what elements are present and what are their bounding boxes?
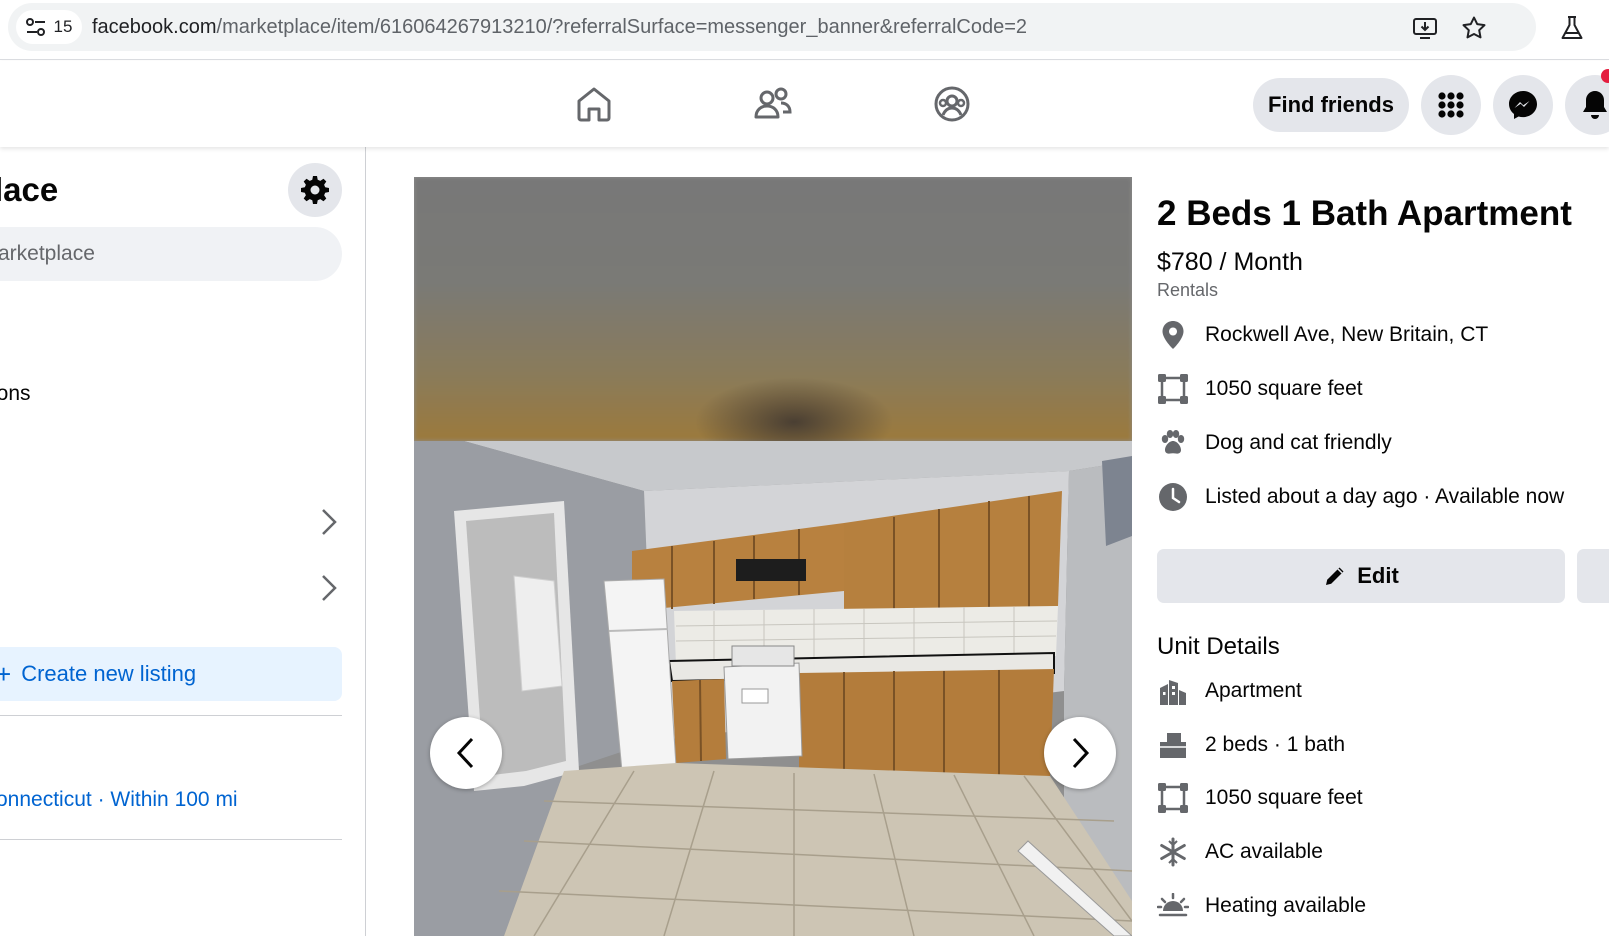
- address-bar[interactable]: 15 facebook.com/marketplace/item/6160642…: [8, 3, 1536, 51]
- find-friends-button[interactable]: Find friends: [1253, 78, 1409, 132]
- edit-listing-button[interactable]: Edit: [1157, 549, 1565, 603]
- tune-icon: [25, 18, 45, 36]
- pencil-icon: [1326, 567, 1344, 585]
- fact-text: Dog and cat friendly: [1205, 431, 1392, 454]
- bed-icon: [1157, 730, 1189, 760]
- messenger-button[interactable]: [1493, 75, 1553, 135]
- menu-grid-icon: [1438, 92, 1464, 118]
- unit-detail-rooms: 2 beds · 1 bath: [1157, 730, 1345, 760]
- paw-icon: [1157, 428, 1189, 458]
- notifications-button[interactable]: [1565, 75, 1609, 135]
- menu-button[interactable]: [1421, 75, 1481, 135]
- sidebar-item-notifications[interactable]: ions: [0, 382, 31, 406]
- clock-icon: [1157, 482, 1189, 512]
- unit-detail-text: 2 beds · 1 bath: [1205, 733, 1346, 756]
- fact-text: Listed about a day ago · Available now: [1205, 485, 1565, 508]
- gear-icon: [301, 176, 329, 204]
- heating-icon: [1157, 891, 1189, 921]
- marketplace-search[interactable]: [0, 227, 342, 281]
- unit-detail-square-feet: 1050 square feet: [1157, 783, 1363, 813]
- fact-listed-time: Listed about a day ago · Available now: [1157, 482, 1564, 512]
- settings-button[interactable]: [288, 163, 342, 217]
- url-path: /marketplace/item/616064267913210/?refer…: [216, 16, 1028, 38]
- listing-photo[interactable]: [414, 177, 1132, 936]
- sidebar-item-browse-all[interactable]: ll: [0, 317, 1, 341]
- kitchen-photo: [414, 441, 1132, 936]
- fact-square-feet: 1050 square feet: [1157, 374, 1363, 404]
- marketplace-sidebar: lace ll ions + Create new listing onnect…: [0, 147, 366, 936]
- listing-price: $780 / Month: [1157, 248, 1303, 276]
- fact-location: Rockwell Ave, New Britain, CT: [1157, 320, 1488, 350]
- listing-title: 2 Beds 1 Bath Apartment: [1157, 194, 1572, 233]
- bookmark-star-icon[interactable]: [1461, 15, 1487, 41]
- location-pin-icon: [1157, 320, 1189, 350]
- sidebar-divider: [0, 839, 342, 840]
- friends-icon[interactable]: [752, 83, 794, 125]
- chevron-right-icon[interactable]: [318, 573, 340, 603]
- browser-toolbar: 15 facebook.com/marketplace/item/6160642…: [0, 0, 1609, 60]
- unit-detail-text: Heating available: [1205, 894, 1367, 917]
- sidebar-title: lace: [0, 171, 59, 208]
- previous-photo-button[interactable]: [430, 717, 502, 789]
- plus-icon: +: [0, 659, 11, 690]
- groups-icon[interactable]: [931, 83, 973, 125]
- listing-category[interactable]: Rentals: [1157, 280, 1218, 301]
- building-icon: [1157, 676, 1189, 706]
- site-info-button[interactable]: 15: [16, 10, 82, 44]
- unit-detail-type: Apartment: [1157, 676, 1302, 706]
- unit-details-heading: Unit Details: [1157, 633, 1280, 660]
- messenger-icon: [1509, 91, 1537, 119]
- chevron-left-icon: [456, 737, 474, 769]
- sidebar-divider: [0, 715, 342, 716]
- search-input[interactable]: [0, 227, 342, 281]
- notifications-icon: [1583, 91, 1607, 119]
- square-footage-icon: [1157, 783, 1189, 813]
- create-new-listing-label: Create new listing: [21, 661, 197, 686]
- unit-detail-text: AC available: [1205, 840, 1323, 863]
- edit-label: Edit: [1357, 563, 1399, 588]
- create-new-listing-button[interactable]: + Create new listing: [0, 647, 342, 701]
- home-icon[interactable]: [573, 83, 615, 125]
- chevron-right-icon[interactable]: [318, 507, 340, 537]
- fact-text[interactable]: Rockwell Ave, New Britain, CT: [1205, 323, 1488, 347]
- chevron-right-icon: [1072, 737, 1090, 769]
- labs-flask-icon[interactable]: [1558, 14, 1586, 42]
- url-host: facebook.com: [92, 16, 217, 38]
- unit-detail-ac: AC available: [1157, 837, 1323, 867]
- facebook-header: Find friends: [0, 61, 1609, 147]
- next-photo-button[interactable]: [1044, 717, 1116, 789]
- site-info-count: 15: [53, 17, 73, 36]
- unit-detail-heating: Heating available: [1157, 891, 1366, 921]
- unit-detail-text: 1050 square feet: [1205, 786, 1363, 809]
- fact-text: 1050 square feet: [1205, 377, 1363, 400]
- location-filter-link[interactable]: onnecticut · Within 100 mi: [0, 788, 238, 812]
- fact-pets: Dog and cat friendly: [1157, 428, 1392, 458]
- install-app-icon[interactable]: [1412, 15, 1438, 41]
- url-text[interactable]: facebook.com/marketplace/item/6160642679…: [92, 3, 1027, 51]
- share-button[interactable]: [1577, 549, 1609, 603]
- square-footage-icon: [1157, 374, 1189, 404]
- snowflake-icon: [1157, 837, 1189, 867]
- unit-detail-text: Apartment: [1205, 679, 1302, 702]
- notification-badge: [1601, 69, 1609, 83]
